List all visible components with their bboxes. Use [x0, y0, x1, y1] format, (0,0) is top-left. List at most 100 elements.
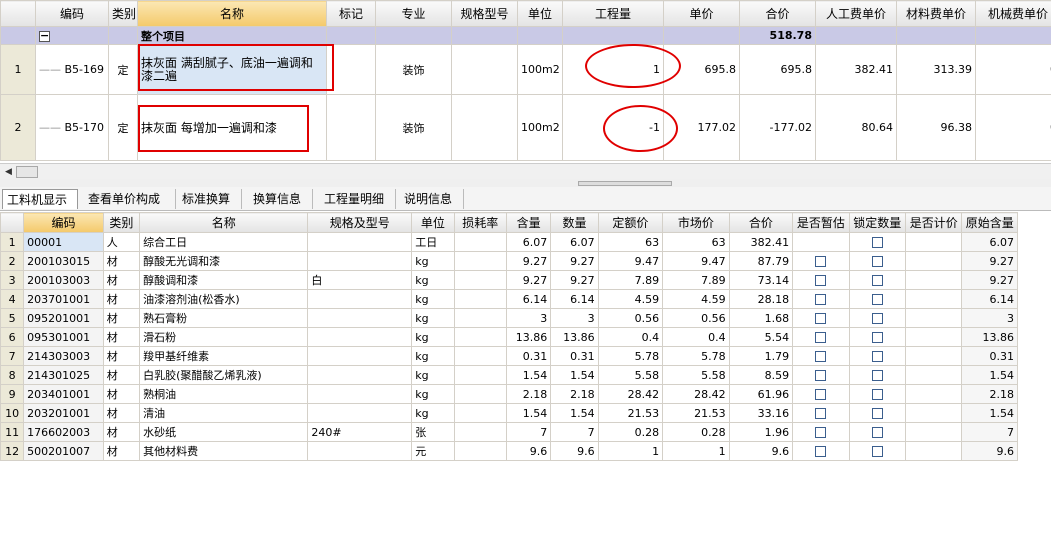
resource-total[interactable]: 28.18 — [728, 289, 794, 309]
resource-content[interactable]: 9.27 — [505, 251, 552, 271]
resource-header-lock[interactable]: 锁定数量 — [848, 212, 907, 233]
checkbox[interactable] — [871, 256, 883, 267]
row-number[interactable]: 2 — [0, 251, 25, 271]
resource-header-name[interactable]: 名称 — [139, 212, 309, 233]
resource-market[interactable]: 0.4 — [662, 327, 730, 347]
checkbox[interactable] — [815, 389, 827, 400]
resource-loss[interactable] — [453, 422, 507, 442]
resource-unit[interactable]: kg — [411, 289, 455, 309]
resource-loss[interactable] — [453, 232, 507, 252]
resource-type[interactable]: 材 — [102, 365, 141, 385]
resource-total[interactable]: 73.14 — [728, 270, 794, 290]
quota-machine[interactable]: 0 — [975, 44, 1051, 95]
resource-code[interactable]: 203701001 — [23, 289, 104, 309]
resource-quota[interactable]: 5.58 — [597, 365, 664, 385]
resource-name[interactable]: 其他材料费 — [139, 441, 309, 461]
resource-type[interactable]: 材 — [102, 422, 141, 442]
resource-unit[interactable]: kg — [411, 403, 455, 423]
resource-spec[interactable] — [307, 232, 413, 252]
checkbox[interactable] — [815, 332, 827, 343]
resource-name[interactable]: 水砂纸 — [139, 422, 309, 442]
quota-header-labor[interactable]: 人工费单价 — [815, 0, 897, 27]
quota-total[interactable]: 695.8 — [739, 44, 816, 95]
quota-header-material[interactable]: 材料费单价 — [896, 0, 976, 27]
resource-total[interactable]: 9.6 — [728, 441, 794, 461]
resource-loss[interactable] — [453, 365, 507, 385]
resource-market[interactable]: 5.78 — [662, 346, 730, 366]
resource-quota[interactable]: 1 — [597, 441, 664, 461]
resource-market[interactable]: 63 — [662, 232, 730, 252]
splitter-grip[interactable] — [578, 181, 672, 186]
resource-loss[interactable] — [453, 289, 507, 309]
resource-name[interactable]: 醇酸无光调和漆 — [139, 251, 309, 271]
resource-qty[interactable]: 6.14 — [550, 289, 599, 309]
checkbox[interactable] — [871, 351, 883, 362]
resource-row[interactable]: 11 176602003 材水砂纸 240# 张 7 7 0.28 0.28 1.96 7 — [0, 422, 1018, 442]
resource-unit[interactable]: 工日 — [411, 232, 455, 252]
resource-orig-content[interactable]: 1.54 — [961, 365, 1018, 385]
checkbox[interactable] — [815, 294, 827, 305]
resource-content[interactable]: 9.27 — [505, 270, 552, 290]
quota-spec[interactable] — [451, 44, 518, 95]
quota-code[interactable]: —— B5-170 — [35, 94, 109, 161]
row-number[interactable]: 4 — [0, 289, 25, 309]
quota-unit[interactable]: 100m2 — [517, 94, 563, 161]
checkbox[interactable] — [815, 408, 827, 419]
resource-name[interactable]: 醇酸调和漆 — [139, 270, 309, 290]
checkbox[interactable] — [815, 370, 827, 381]
resource-name[interactable]: 油漆溶剂油(松香水) — [139, 289, 309, 309]
resource-row[interactable]: 5 095201001 材熟石膏粉 kg 3 3 0.56 0.56 1.68 3 — [0, 308, 1018, 328]
resource-quota[interactable]: 28.42 — [597, 384, 664, 404]
row-number[interactable]: 9 — [0, 384, 25, 404]
checkbox[interactable] — [871, 408, 883, 419]
resource-qty[interactable]: 9.27 — [550, 270, 599, 290]
checkbox[interactable] — [871, 427, 883, 438]
resource-code[interactable]: 203201001 — [23, 403, 104, 423]
resource-loss[interactable] — [453, 441, 507, 461]
quota-spec[interactable] — [451, 94, 518, 161]
resource-total[interactable]: 8.59 — [728, 365, 794, 385]
quota-name[interactable]: 抹灰面 满刮腻子、底油一遍调和漆二遍 — [137, 44, 327, 95]
resource-header-spec[interactable]: 规格及型号 — [307, 212, 413, 233]
resource-type[interactable]: 材 — [102, 384, 141, 404]
resource-type[interactable]: 材 — [102, 346, 141, 366]
resource-quota[interactable]: 63 — [597, 232, 664, 252]
resource-qty[interactable]: 1.54 — [550, 403, 599, 423]
resource-name[interactable]: 滑石粉 — [139, 327, 309, 347]
quota-row[interactable]: 2 —— B5-170 定 抹灰面 每增加一遍调和漆 装饰 100m2 -1 1… — [0, 94, 1051, 161]
tab-unit-price-composition[interactable]: 查看单价构成 — [84, 189, 176, 209]
resource-type[interactable]: 材 — [102, 289, 141, 309]
resource-market[interactable]: 9.47 — [662, 251, 730, 271]
quota-mark[interactable] — [326, 44, 376, 95]
resource-type[interactable]: 材 — [102, 251, 141, 271]
row-number[interactable]: 2 — [0, 94, 36, 161]
resource-market[interactable]: 21.53 — [662, 403, 730, 423]
tab-labor-material-machine[interactable]: 工料机显示 — [2, 189, 78, 209]
resource-market[interactable]: 1 — [662, 441, 730, 461]
resource-spec[interactable]: 240# — [307, 422, 413, 442]
checkbox[interactable] — [871, 332, 883, 343]
resource-qty[interactable]: 7 — [550, 422, 599, 442]
resource-orig-content[interactable]: 9.6 — [961, 441, 1018, 461]
resource-unit[interactable]: kg — [411, 384, 455, 404]
resource-content[interactable]: 3 — [505, 308, 552, 328]
checkbox[interactable] — [815, 351, 827, 362]
resource-spec[interactable] — [307, 327, 413, 347]
row-number[interactable]: 8 — [0, 365, 25, 385]
resource-total[interactable]: 87.79 — [728, 251, 794, 271]
quota-header-spec[interactable]: 规格型号 — [451, 0, 518, 27]
resource-orig-content[interactable]: 6.14 — [961, 289, 1018, 309]
quota-mark[interactable] — [326, 94, 376, 161]
resource-type[interactable]: 人 — [102, 232, 141, 252]
resource-type[interactable]: 材 — [102, 327, 141, 347]
quota-name[interactable]: 抹灰面 每增加一遍调和漆 — [137, 94, 327, 161]
resource-loss[interactable] — [453, 403, 507, 423]
resource-orig-content[interactable]: 3 — [961, 308, 1018, 328]
resource-loss[interactable] — [453, 346, 507, 366]
resource-header-estimate[interactable]: 是否暂估 — [792, 212, 850, 233]
resource-spec[interactable] — [307, 346, 413, 366]
resource-header-type[interactable]: 类别 — [102, 212, 141, 233]
resource-total[interactable]: 1.96 — [728, 422, 794, 442]
quota-specialty[interactable]: 装饰 — [375, 44, 452, 95]
resource-content[interactable]: 7 — [505, 422, 552, 442]
